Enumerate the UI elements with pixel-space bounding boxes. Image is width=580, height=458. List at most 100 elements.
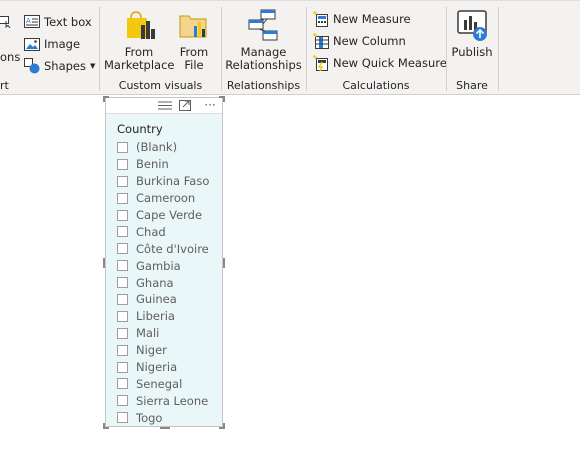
slicer-item[interactable]: Benin bbox=[117, 156, 209, 173]
checkbox[interactable] bbox=[117, 158, 128, 170]
slicer-item-label: (Blank) bbox=[136, 140, 178, 155]
text-box-button[interactable]: A Text box bbox=[24, 12, 92, 32]
more-options-icon[interactable]: ··· bbox=[201, 99, 219, 112]
new-measure-button[interactable]: New Measure bbox=[313, 9, 411, 29]
slicer-item[interactable]: Cameroon bbox=[117, 190, 209, 207]
slicer-item[interactable]: Sierra Leone bbox=[117, 392, 209, 409]
relationships-group: Manage Relationships Relationships bbox=[223, 4, 304, 93]
checkbox[interactable] bbox=[117, 344, 128, 356]
checkbox[interactable] bbox=[117, 395, 128, 407]
slicer-item[interactable]: Nigeria bbox=[117, 359, 209, 376]
svg-text:A: A bbox=[26, 17, 31, 25]
slicer-item-label: Senegal bbox=[136, 376, 183, 391]
slicer-item[interactable]: Togo bbox=[117, 409, 209, 426]
shapes-button[interactable]: Shapes ▼ bbox=[24, 56, 95, 76]
text-box-icon: A bbox=[24, 14, 40, 30]
slicer-item-label: Benin bbox=[136, 157, 169, 172]
slicer-item-label: Togo bbox=[136, 410, 163, 425]
slicer-item[interactable]: Mali bbox=[117, 325, 209, 342]
resize-handle-right[interactable] bbox=[223, 258, 225, 268]
checkbox[interactable] bbox=[117, 209, 128, 221]
slicer-item[interactable]: (Blank) bbox=[117, 139, 209, 156]
checkbox[interactable] bbox=[117, 192, 128, 204]
slicer-title: Country bbox=[117, 122, 163, 136]
group-divider bbox=[221, 7, 222, 91]
resize-handle-left[interactable] bbox=[103, 258, 105, 268]
from-marketplace-line2: Marketplace bbox=[104, 58, 175, 72]
new-column-button[interactable]: New Column bbox=[313, 31, 406, 51]
checkbox[interactable] bbox=[117, 175, 128, 187]
chevron-down-icon: ▼ bbox=[90, 62, 96, 70]
slicer-item[interactable]: Chad bbox=[117, 223, 209, 240]
checkbox[interactable] bbox=[117, 361, 128, 373]
slicer-item[interactable]: Guinea bbox=[117, 291, 209, 308]
checkbox[interactable] bbox=[117, 141, 128, 153]
resize-handle-bottom[interactable] bbox=[160, 427, 170, 429]
new-measure-label: New Measure bbox=[333, 12, 411, 26]
checkbox[interactable] bbox=[117, 260, 128, 272]
slicer-item-label: Nigeria bbox=[136, 360, 178, 375]
checkbox[interactable] bbox=[117, 327, 128, 339]
calculator-icon bbox=[313, 10, 329, 27]
slicer-item[interactable]: Cape Verde bbox=[117, 207, 209, 224]
slicer-list: (Blank) Benin Burkina Faso Cameroon Cape… bbox=[117, 139, 209, 426]
manage-relationships-button[interactable]: Manage Relationships bbox=[223, 8, 304, 72]
slicer-item[interactable]: Niger bbox=[117, 342, 209, 359]
focus-mode-icon[interactable] bbox=[178, 99, 192, 112]
slicer-item-label: Cameroon bbox=[136, 191, 196, 206]
slicer-item-label: Côte d'Ivoire bbox=[136, 241, 209, 256]
manage-relationships-line2: Relationships bbox=[225, 58, 302, 72]
new-column-label: New Column bbox=[333, 34, 406, 48]
country-slicer[interactable]: ··· Country (Blank) Benin Burkina Faso C… bbox=[103, 96, 225, 429]
publish-button[interactable]: Publish bbox=[448, 8, 496, 59]
button-icon bbox=[0, 14, 12, 29]
drag-lines-icon[interactable] bbox=[158, 99, 172, 112]
publish-label: Publish bbox=[451, 45, 493, 59]
resize-handle-bottom-left[interactable] bbox=[103, 423, 105, 429]
relationships-icon bbox=[247, 8, 281, 42]
share-group: Publish Share bbox=[448, 4, 496, 93]
calculations-group: New Measure New Column New Quick Measure… bbox=[308, 4, 447, 93]
from-marketplace-button[interactable]: From Marketplace bbox=[104, 8, 174, 72]
slicer-item-label: Cape Verde bbox=[136, 208, 203, 222]
checkbox[interactable] bbox=[117, 293, 128, 305]
image-label: Image bbox=[44, 37, 81, 51]
table-column-icon bbox=[313, 32, 329, 49]
resize-handle-top-right[interactable] bbox=[223, 96, 225, 102]
insert-group-label: rt bbox=[0, 79, 9, 92]
group-divider bbox=[306, 7, 307, 91]
insert-group: ons A Text box Image Shapes ▼ rt bbox=[0, 4, 99, 93]
new-quick-measure-button[interactable]: New Quick Measure bbox=[313, 53, 447, 73]
checkbox[interactable] bbox=[117, 412, 128, 424]
checkbox[interactable] bbox=[117, 226, 128, 238]
checkbox[interactable] bbox=[117, 378, 128, 390]
slicer-item-label: Chad bbox=[136, 224, 166, 239]
slicer-item[interactable]: Burkina Faso bbox=[117, 173, 209, 190]
calculations-label: Calculations bbox=[342, 79, 410, 92]
slicer-item[interactable]: Ghana bbox=[117, 274, 209, 291]
group-divider bbox=[498, 7, 499, 91]
image-button[interactable]: Image bbox=[24, 34, 80, 54]
slicer-header: ··· bbox=[106, 98, 222, 114]
shapes-label: Shapes bbox=[44, 59, 87, 73]
resize-handle-top-left[interactable] bbox=[103, 96, 105, 102]
from-file-button[interactable]: From File bbox=[174, 8, 214, 72]
folder-chart-icon bbox=[177, 8, 211, 42]
slicer-item-label: Mali bbox=[136, 326, 160, 341]
slicer-item[interactable]: Côte d'Ivoire bbox=[117, 240, 209, 257]
slicer-item[interactable]: Gambia bbox=[117, 257, 209, 274]
slicer-item-label: Sierra Leone bbox=[136, 393, 209, 408]
slicer-item[interactable]: Liberia bbox=[117, 308, 209, 325]
share-label: Share bbox=[456, 79, 488, 92]
checkbox[interactable] bbox=[117, 310, 128, 322]
checkbox[interactable] bbox=[117, 243, 128, 255]
slicer-item-label: Burkina Faso bbox=[136, 174, 210, 189]
relationships-label: Relationships bbox=[226, 79, 301, 92]
slicer-item[interactable]: Senegal bbox=[117, 375, 209, 392]
slicer-item-label: Ghana bbox=[136, 275, 174, 290]
group-divider bbox=[446, 7, 447, 91]
from-file-line2: File bbox=[184, 58, 204, 72]
resize-handle-bottom-right[interactable] bbox=[223, 423, 225, 429]
checkbox[interactable] bbox=[117, 277, 128, 289]
slicer-item-label: Guinea bbox=[136, 292, 177, 307]
